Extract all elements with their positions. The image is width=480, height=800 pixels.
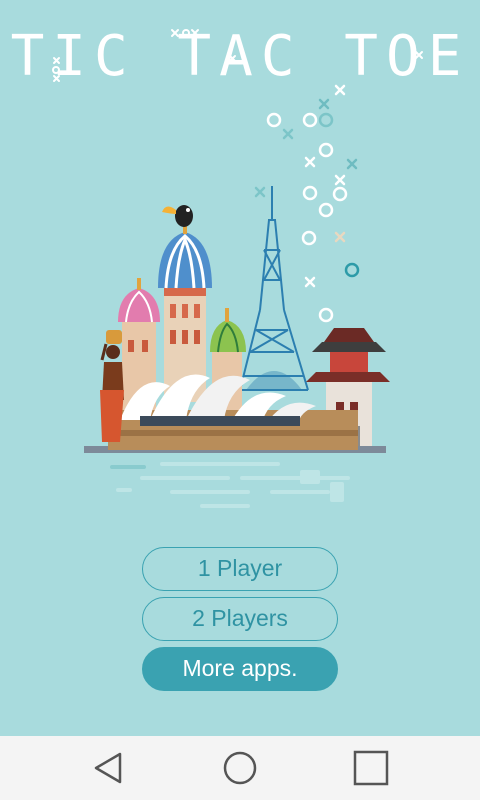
recent-square-icon[interactable]	[351, 750, 391, 786]
world-landmarks-illustration	[84, 186, 390, 508]
home-circle-icon[interactable]	[220, 750, 260, 786]
one-player-button[interactable]: 1 Player	[142, 547, 338, 591]
two-players-button[interactable]: 2 Players	[142, 597, 338, 641]
game-screen: TIC TAC TOE 1 Player 2 Players More apps…	[0, 0, 480, 736]
back-triangle-icon[interactable]	[88, 750, 128, 786]
game-title: TIC TAC TOE	[10, 24, 470, 89]
more-apps-button[interactable]: More apps.	[142, 647, 338, 691]
system-navigation-bar	[0, 736, 480, 800]
